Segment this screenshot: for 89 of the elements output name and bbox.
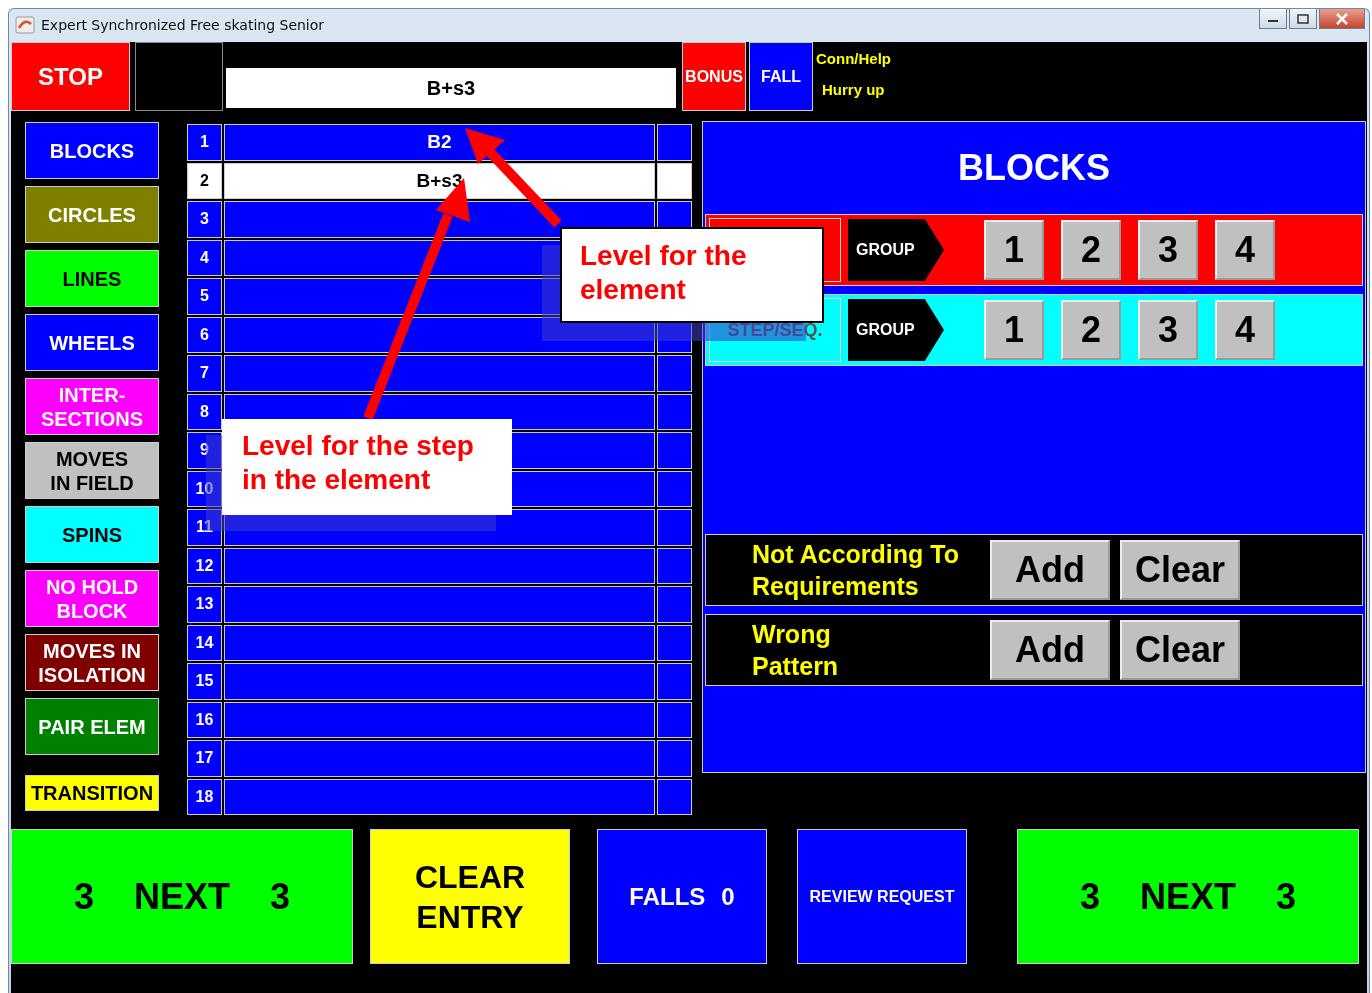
window-title: Expert Synchronized Free skating Senior — [41, 17, 325, 33]
maximize-icon — [1297, 13, 1309, 24]
row-number: 3 — [187, 201, 222, 238]
element-cell[interactable] — [224, 586, 655, 623]
category-button[interactable]: MOVES IN FIELD — [25, 442, 159, 499]
level-button[interactable]: 3 — [1138, 300, 1198, 360]
level-button[interactable]: 2 — [1061, 300, 1121, 360]
next-button[interactable]: 3 NEXT 3 — [1017, 829, 1359, 964]
close-icon — [1336, 12, 1348, 25]
table-cell — [657, 586, 692, 623]
row-number: 6 — [187, 316, 222, 353]
table-cell — [657, 663, 692, 700]
category-button[interactable]: MOVES IN ISOLATION — [25, 634, 159, 691]
table-cell — [657, 547, 692, 584]
element-cell[interactable] — [224, 624, 655, 661]
level-button[interactable]: 1 — [984, 300, 1044, 360]
annotation-tooltip: Level for the element — [560, 227, 824, 323]
row-number: 17 — [187, 740, 222, 777]
table-cell — [657, 624, 692, 661]
next-button[interactable]: 3 NEXT 3 — [11, 829, 353, 964]
table-cell — [657, 740, 692, 777]
category-button[interactable]: BLOCKS — [25, 122, 159, 179]
row-number: 2 — [187, 162, 222, 199]
element-cell[interactable]: B2 — [224, 124, 655, 161]
row-number: 8 — [187, 393, 222, 430]
category-button[interactable]: PAIR ELEM — [25, 698, 159, 755]
level-button[interactable]: 4 — [1215, 220, 1275, 280]
table-cell — [657, 701, 692, 738]
element-cell[interactable] — [224, 663, 655, 700]
stop-button[interactable]: STOP — [11, 42, 130, 111]
element-cell[interactable] — [224, 778, 655, 815]
level-button[interactable]: 1 — [984, 220, 1044, 280]
element-cell[interactable]: B+s3 — [224, 162, 655, 199]
category-button[interactable]: TRANSITION — [25, 775, 159, 811]
falls-button[interactable]: FALLS 0 — [597, 829, 767, 964]
level-button[interactable]: 4 — [1215, 300, 1275, 360]
row-number: 14 — [187, 624, 222, 661]
error-label: Wrong Pattern — [752, 619, 840, 682]
conn-help-label[interactable]: Conn/Help — [816, 50, 891, 67]
element-cell[interactable] — [224, 740, 655, 777]
close-button[interactable] — [1319, 9, 1365, 29]
table-cell — [657, 470, 692, 507]
element-cell[interactable] — [224, 547, 655, 584]
panel-title: BLOCKS — [957, 146, 1111, 190]
group-button[interactable]: GROUP — [848, 219, 944, 281]
table-cell — [657, 124, 692, 161]
level-button[interactable]: 2 — [1061, 220, 1121, 280]
clear-button[interactable]: Clear — [1120, 620, 1240, 680]
element-cell[interactable] — [224, 355, 655, 392]
category-button[interactable]: LINES — [25, 250, 159, 307]
maximize-button[interactable] — [1289, 9, 1317, 29]
element-cell[interactable] — [224, 701, 655, 738]
row-number: 15 — [187, 663, 222, 700]
table-cell — [657, 162, 692, 199]
row-number: 10 — [187, 470, 222, 507]
row-number: 12 — [187, 547, 222, 584]
hurry-up-label: Hurry up — [821, 81, 886, 98]
element-cell[interactable] — [224, 316, 655, 353]
annotation-tooltip: Level for the step in the element — [222, 419, 512, 515]
table-cell — [657, 778, 692, 815]
category-button[interactable]: SPINS — [25, 506, 159, 563]
group-button[interactable]: GROUP — [848, 299, 944, 361]
review-request-button[interactable]: REVIEW REQUEST — [797, 829, 967, 964]
error-label: Not According To Requirements — [752, 539, 960, 602]
current-element-field: B+s3 — [226, 68, 676, 108]
row-number: 11 — [187, 509, 222, 546]
row-number: 4 — [187, 239, 222, 276]
table-cell — [657, 355, 692, 392]
level-button[interactable]: 3 — [1138, 220, 1198, 280]
category-button[interactable]: CIRCLES — [25, 186, 159, 243]
add-button[interactable]: Add — [990, 620, 1110, 680]
table-cell — [657, 432, 692, 469]
row-number: 5 — [187, 278, 222, 315]
clear-button[interactable]: Clear — [1120, 540, 1240, 600]
row-number: 9 — [187, 432, 222, 469]
category-button[interactable]: WHEELS — [25, 314, 159, 371]
table-cell — [657, 509, 692, 546]
app-icon — [15, 16, 35, 34]
row-number: 1 — [187, 124, 222, 161]
add-button[interactable]: Add — [990, 540, 1110, 600]
bonus-button[interactable]: BONUS — [682, 42, 746, 111]
clear-entry-button[interactable]: CLEAR ENTRY — [370, 829, 570, 964]
table-cell — [657, 393, 692, 430]
minimize-button[interactable] — [1259, 9, 1287, 29]
row-number: 7 — [187, 355, 222, 392]
fall-button[interactable]: FALL — [749, 42, 813, 111]
row-number: 16 — [187, 701, 222, 738]
row-number: 13 — [187, 586, 222, 623]
row-number: 18 — [187, 778, 222, 815]
